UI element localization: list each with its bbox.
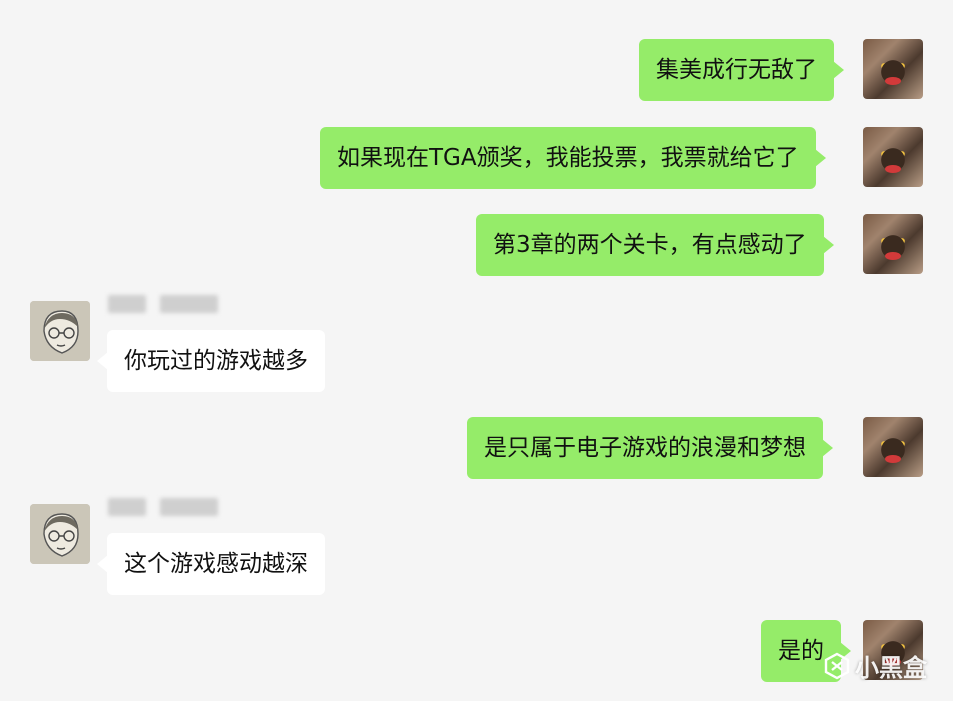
chat-area: 集美成行无敌了 如果现在TGA颁奖，我能投票，我票就给它了 第3章的两个关卡，有… <box>0 0 953 701</box>
message-bubble-self[interactable]: 如果现在TGA颁奖，我能投票，我票就给它了 <box>320 127 826 189</box>
message-bubble-self[interactable]: 是只属于电子游戏的浪漫和梦想 <box>467 417 833 479</box>
sender-name-blurred <box>108 495 218 519</box>
self-avatar[interactable] <box>863 39 923 99</box>
watermark: 小黑盒 <box>823 648 927 683</box>
sketch-face-icon <box>30 504 90 564</box>
self-avatar[interactable] <box>863 127 923 187</box>
sender-name-blurred <box>108 292 218 316</box>
self-avatar[interactable] <box>863 417 923 477</box>
self-avatar[interactable] <box>863 214 923 274</box>
sketch-face-icon <box>30 301 90 361</box>
contact-avatar[interactable] <box>30 504 90 564</box>
message-bubble-other[interactable]: 这个游戏感动越深 <box>97 533 325 595</box>
message-bubble-other[interactable]: 你玩过的游戏越多 <box>97 330 325 392</box>
message-bubble-self[interactable]: 集美成行无敌了 <box>639 39 844 101</box>
message-bubble-self[interactable]: 第3章的两个关卡，有点感动了 <box>476 214 834 276</box>
contact-avatar[interactable] <box>30 301 90 361</box>
watermark-text: 小黑盒 <box>855 654 927 682</box>
xiaoheihe-logo-icon <box>824 652 850 679</box>
